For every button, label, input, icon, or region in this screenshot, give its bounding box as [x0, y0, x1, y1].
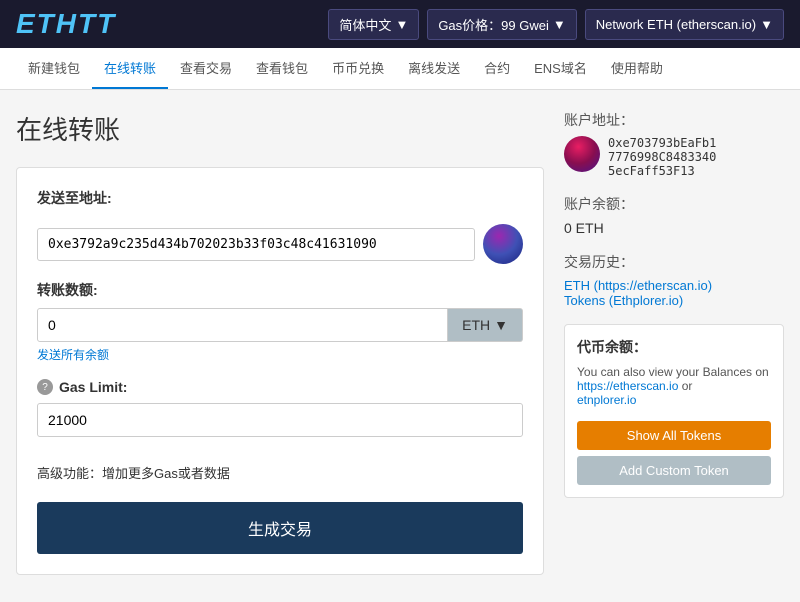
- gas-label: Gas价格：99 Gwei: [438, 15, 549, 34]
- gas-label: Gas Limit:: [59, 379, 127, 395]
- left-panel: 在线转账 发送至地址: 转账数额: ETH: [16, 110, 564, 575]
- nav-item-view-wallet[interactable]: 查看钱包: [244, 48, 320, 89]
- account-avatar: [564, 136, 600, 172]
- account-address-row: 0xe703793bEaFb17776998C84833405ecFaff53F…: [564, 136, 784, 178]
- token-select-button[interactable]: ETH ▼: [448, 308, 523, 342]
- nav-item-new-wallet[interactable]: 新建钱包: [16, 48, 92, 89]
- nav-item-swap[interactable]: 币币兑换: [320, 48, 396, 89]
- page-title: 在线转账: [16, 110, 544, 147]
- address-label-row: 发送至地址:: [37, 188, 523, 216]
- right-panel: 账户地址： 0xe703793bEaFb17776998C84833405ecF…: [564, 110, 784, 575]
- header: ETHTT 简体中文 ▼ Gas价格：99 Gwei ▼ Network ETH…: [0, 0, 800, 48]
- address-group: 发送至地址:: [37, 188, 523, 264]
- token-label: ETH: [462, 317, 490, 333]
- amount-row: ETH ▼: [37, 308, 523, 342]
- token-desc-text1: You can also view your Balances on: [577, 365, 769, 379]
- gas-group: ? Gas Limit:: [37, 379, 523, 437]
- main-content: 在线转账 发送至地址: 转账数额: ETH: [0, 90, 800, 595]
- advanced-prefix: 高级功能：: [37, 466, 102, 481]
- gas-selector[interactable]: Gas价格：99 Gwei ▼: [427, 9, 576, 40]
- account-address-label: 账户地址：: [564, 110, 784, 130]
- nav-item-ens[interactable]: ENS域名: [522, 48, 599, 89]
- ethplorer-token-link[interactable]: etnplorer.io: [577, 393, 636, 407]
- chevron-down-icon: ▼: [553, 17, 566, 32]
- amount-group: 转账数额: ETH ▼ 发送所有余额: [37, 280, 523, 363]
- amount-label: 转账数额:: [37, 280, 523, 300]
- account-balance-value: 0 ETH: [564, 220, 784, 236]
- advanced-section: 高级功能：增加更多Gas或者数据: [37, 453, 523, 482]
- network-label: Network ETH (etherscan.io): [596, 17, 756, 32]
- etherscan-history-link[interactable]: ETH (https://etherscan.io): [564, 278, 784, 293]
- show-all-tokens-button[interactable]: Show All Tokens: [577, 421, 771, 450]
- amount-input[interactable]: [37, 308, 448, 342]
- token-balance-title: 代币余额：: [577, 337, 771, 357]
- lang-selector[interactable]: 简体中文 ▼: [328, 9, 419, 40]
- nav-item-contract[interactable]: 合约: [472, 48, 522, 89]
- gas-input[interactable]: [37, 403, 523, 437]
- network-selector[interactable]: Network ETH (etherscan.io) ▼: [585, 9, 784, 40]
- address-input[interactable]: [37, 228, 475, 261]
- generate-tx-button[interactable]: 生成交易: [37, 502, 523, 554]
- chevron-down-icon: ▼: [395, 17, 408, 32]
- address-avatar: [483, 224, 523, 264]
- nav-item-offline[interactable]: 离线发送: [396, 48, 472, 89]
- token-desc-text2: or: [682, 379, 693, 393]
- tx-history-section: 交易历史： ETH (https://etherscan.io) Tokens …: [564, 252, 784, 308]
- account-balance-label: 账户余额：: [564, 194, 784, 214]
- etherscan-token-link[interactable]: https://etherscan.io: [577, 379, 678, 393]
- nav-item-online-transfer[interactable]: 在线转账: [92, 48, 168, 89]
- address-label: 发送至地址:: [37, 188, 112, 208]
- account-balance-section: 账户余额： 0 ETH: [564, 194, 784, 236]
- nav: 新建钱包 在线转账 查看交易 查看钱包 币币兑换 离线发送 合约 ENS域名 使…: [0, 48, 800, 90]
- account-address-section: 账户地址： 0xe703793bEaFb17776998C84833405ecF…: [564, 110, 784, 178]
- account-address-text: 0xe703793bEaFb17776998C84833405ecFaff53F…: [608, 136, 716, 178]
- lang-label: 简体中文: [339, 15, 391, 34]
- nav-item-help[interactable]: 使用帮助: [599, 48, 675, 89]
- help-icon[interactable]: ?: [37, 379, 53, 395]
- token-balance-desc: You can also view your Balances on https…: [577, 365, 771, 407]
- gas-label-row: ? Gas Limit:: [37, 379, 523, 395]
- address-input-wrapper: [37, 224, 523, 264]
- token-balance-card: 代币余额： You can also view your Balances on…: [564, 324, 784, 498]
- nav-item-view-tx[interactable]: 查看交易: [168, 48, 244, 89]
- ethplorer-history-link[interactable]: Tokens (Ethplorer.io): [564, 293, 784, 308]
- header-controls: 简体中文 ▼ Gas价格：99 Gwei ▼ Network ETH (ethe…: [328, 9, 784, 40]
- chevron-down-icon: ▼: [494, 317, 508, 333]
- tx-history-label: 交易历史：: [564, 252, 784, 272]
- chevron-down-icon: ▼: [760, 17, 773, 32]
- add-custom-token-button[interactable]: Add Custom Token: [577, 456, 771, 485]
- advanced-link[interactable]: 高级功能：增加更多Gas或者数据: [37, 463, 230, 482]
- send-all-link[interactable]: 发送所有余额: [37, 346, 109, 363]
- transfer-form: 发送至地址: 转账数额: ETH ▼ 发送所有余额: [16, 167, 544, 575]
- advanced-link-text: 增加更多Gas或者数据: [102, 466, 230, 481]
- logo: ETHTT: [16, 8, 116, 40]
